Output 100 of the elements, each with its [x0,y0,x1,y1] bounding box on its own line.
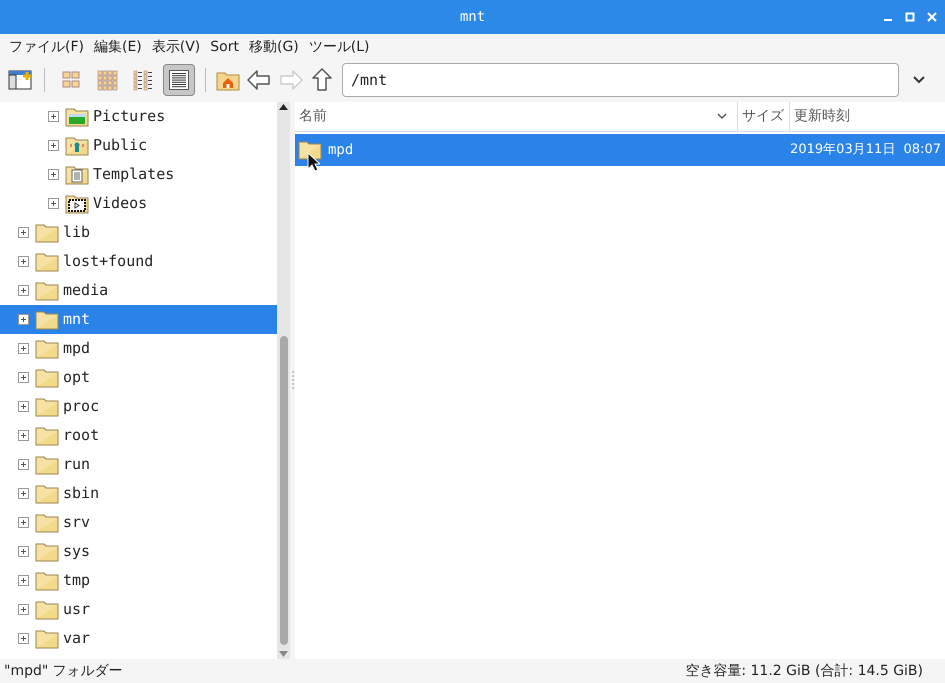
folder-icon [35,598,59,620]
folder-icon [35,512,59,534]
menu-item[interactable]: ツール(L) [304,35,374,59]
new-window-icon[interactable] [8,69,34,91]
menu-item[interactable]: Sort [205,35,244,59]
tree-item[interactable]: sys [0,537,277,566]
expander-icon[interactable] [48,111,59,122]
expander-icon[interactable] [48,169,59,180]
tree-item-label: sys [63,541,90,562]
splitter-handle-icon[interactable] [292,370,294,390]
expander-icon[interactable] [18,575,29,586]
folder-icon [65,134,89,156]
tree-item[interactable]: sbin [0,479,277,508]
tree-item[interactable]: Templates [0,160,277,189]
folder-icon [35,308,59,330]
tree-item[interactable]: Pictures [0,102,277,131]
expander-icon[interactable] [48,140,59,151]
expander-icon[interactable] [18,314,29,325]
tree-item[interactable]: opt [0,363,277,392]
expander-icon[interactable] [18,430,29,441]
folder-icon [35,250,59,272]
tree-item[interactable]: var [0,624,277,653]
tree-item-label: var [63,628,90,650]
modified-date: 2019年03月11日 08:07 [790,141,941,160]
tree-item-label: mnt [63,309,90,330]
compact-view-icon [132,69,154,91]
expander-icon[interactable] [18,517,29,528]
tree-item-label: Videos [93,193,148,214]
folder-icon [298,139,322,161]
tree-item[interactable]: Videos [0,189,277,218]
column-header[interactable]: サイズ [742,106,784,127]
dropdown-caret-icon[interactable] [913,76,925,84]
tree-item[interactable]: media [0,276,277,305]
folder-icon [65,164,89,186]
tree-item-label: lost+found [63,251,154,272]
back-arrow-icon[interactable] [246,68,272,92]
maximize-icon[interactable] [905,12,915,22]
folder-icon [35,280,59,302]
scrollbar-thumb[interactable] [280,336,288,645]
tree-item[interactable]: Public [0,131,277,160]
folder-icon [35,540,59,562]
tree-item[interactable]: usr [0,595,277,624]
free-space-text: 空き容量: 11.2 GiB (合計: 14.5 GiB) [685,662,923,680]
expander-icon[interactable] [18,488,29,499]
expander-icon[interactable] [18,343,29,354]
file-row[interactable]: mpd 2019年03月11日 08:07 [295,134,945,166]
expander-icon[interactable] [18,604,29,615]
expander-icon[interactable] [18,227,29,238]
status-text: "mpd" フォルダー [4,662,123,680]
scroll-down-icon[interactable] [279,651,288,657]
expander-icon[interactable] [18,372,29,383]
tree-item[interactable]: lost+found [0,247,277,276]
folder-icon [65,192,89,214]
tree-item-label: usr [63,599,90,620]
expander-icon[interactable] [48,198,59,209]
tree-item[interactable]: srv [0,508,277,537]
expander-icon[interactable] [18,459,29,470]
tree-item[interactable]: run [0,450,277,479]
tree-item-label: media [63,280,108,302]
up-arrow-icon[interactable] [310,67,334,93]
tree-item-label: tmp [63,570,90,592]
menu-item[interactable]: ファイル(F) [4,35,89,59]
tree-item-label: Public [93,135,148,156]
sort-caret-icon[interactable] [717,113,727,120]
tree-item-label: Templates [93,164,174,186]
menu-item[interactable]: 編集(E) [88,35,147,59]
expander-icon[interactable] [18,256,29,267]
menu-item[interactable]: 移動(G) [244,35,304,59]
expander-icon[interactable] [18,546,29,557]
tree-item[interactable]: lib [0,218,277,247]
detailed-view-icon [168,69,190,91]
tree-item[interactable]: root [0,421,277,450]
folder-icon [35,570,59,592]
menu-item[interactable]: 表示(V) [146,35,206,59]
scroll-up-icon[interactable] [279,104,288,110]
tree-item-label: lib [63,222,90,244]
thumbnails-view-icon [96,69,118,91]
column-header[interactable]: 更新時刻 [794,106,850,127]
path-field[interactable]: /mnt [342,63,899,97]
expander-icon[interactable] [18,633,29,644]
mouse-cursor-icon [307,152,320,172]
folder-icon [35,482,59,504]
expander-icon[interactable] [18,285,29,296]
tree-item[interactable]: mnt [0,305,277,334]
window-title: mnt [460,8,486,26]
tree-item-label: proc [63,396,100,418]
column-header[interactable]: 名前 [299,106,327,127]
tree-item-label: Pictures [93,106,166,128]
view-mode-button[interactable] [163,64,195,96]
expander-icon[interactable] [18,401,29,412]
folder-icon [35,396,59,418]
tree-item[interactable]: tmp [0,566,277,595]
tree-item-label: sbin [63,483,100,504]
close-icon[interactable] [927,12,937,22]
tree-item[interactable]: proc [0,392,277,421]
tree-item-label: srv [63,512,90,534]
folder-icon [35,338,59,360]
scrollbar[interactable] [277,102,290,659]
tree-item[interactable]: mpd [0,334,277,363]
tree-item-label: opt [63,367,90,388]
